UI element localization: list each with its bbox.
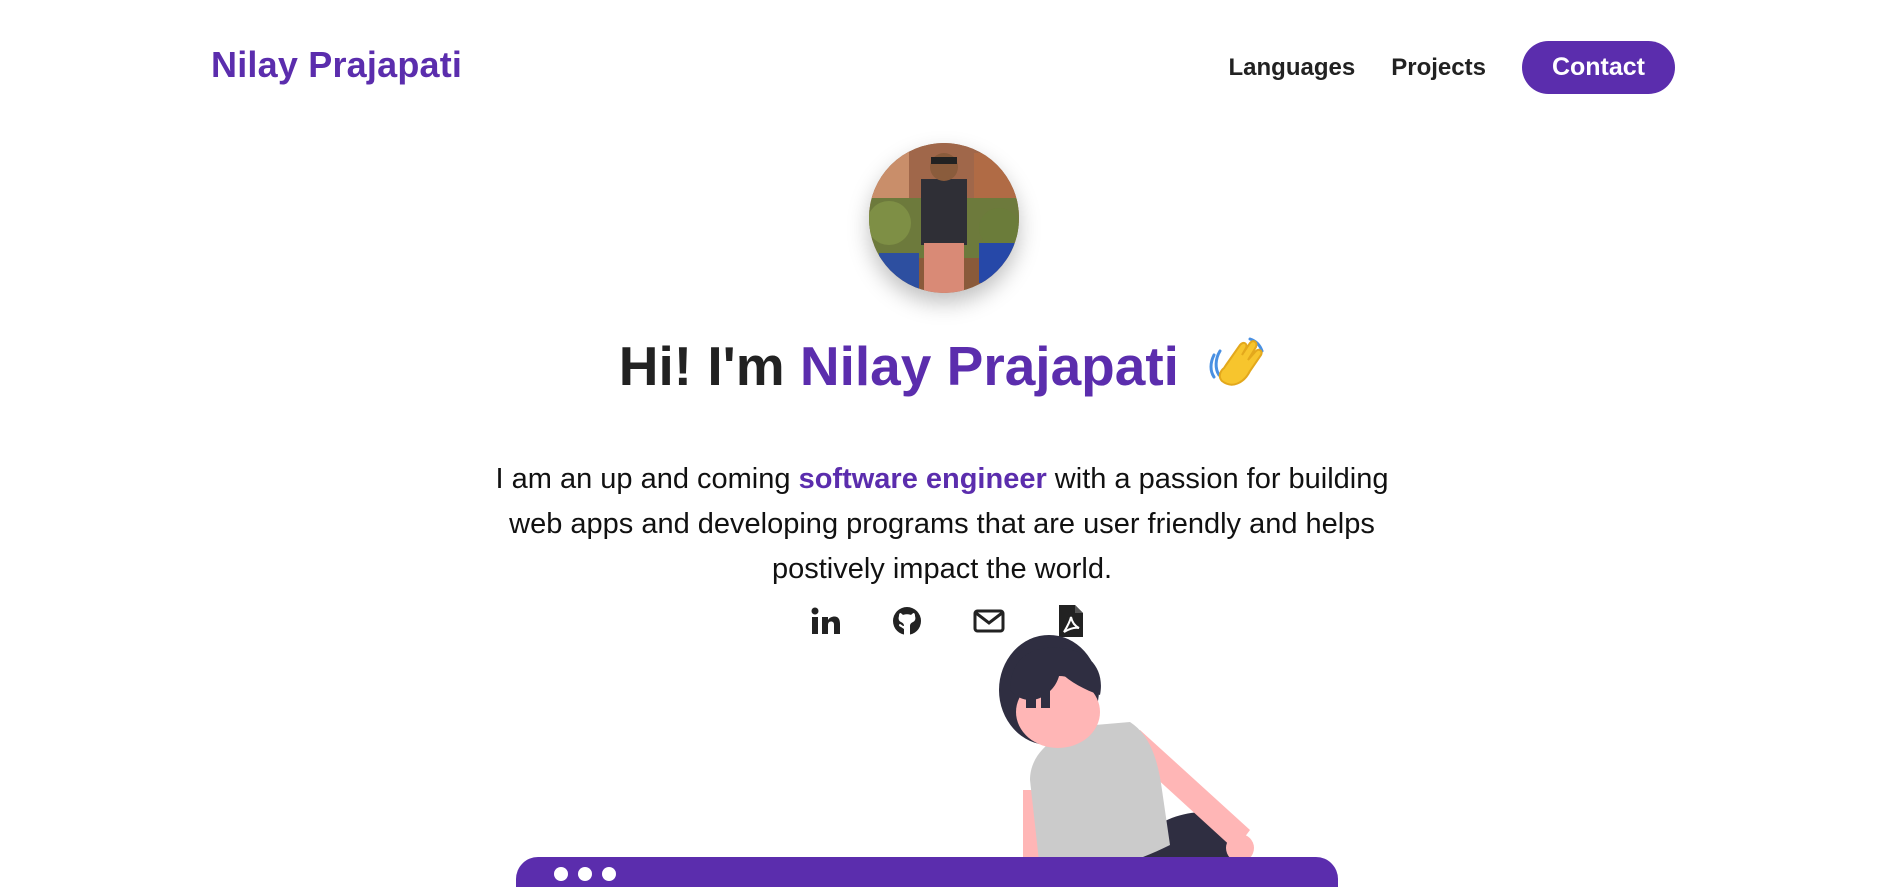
page: Nilay Prajapati Languages Projects Conta… [0,0,1885,887]
pdf-resume-icon[interactable] [1054,604,1088,638]
intro-highlight: software engineer [798,463,1047,495]
intro-paragraph: I am an up and coming software engineer … [492,457,1392,592]
email-icon[interactable] [972,604,1006,638]
contact-button[interactable]: Contact [1521,41,1675,94]
hero-illustration [999,635,1254,887]
intro-text-start: I am an up and coming [495,463,799,495]
waving-hand-icon [1206,335,1266,406]
hero-title-prefix: Hi! I'm [618,335,800,397]
avatar [869,143,1019,293]
nav-languages[interactable]: Languages [1229,54,1356,82]
window-dot [602,867,616,881]
main-nav: Languages Projects Contact [1229,41,1675,94]
social-links [808,604,1088,638]
browser-window [516,857,1338,887]
window-dot [554,867,568,881]
window-dots [554,867,616,881]
hero-title: Hi! I'm Nilay Prajapati [0,334,1885,406]
github-icon[interactable] [890,604,924,638]
window-dot [578,867,592,881]
linkedin-icon[interactable] [808,604,842,638]
hero-title-name: Nilay Prajapati [799,335,1179,397]
nav-projects[interactable]: Projects [1391,54,1486,82]
brand-logo[interactable]: Nilay Prajapati [211,44,462,86]
